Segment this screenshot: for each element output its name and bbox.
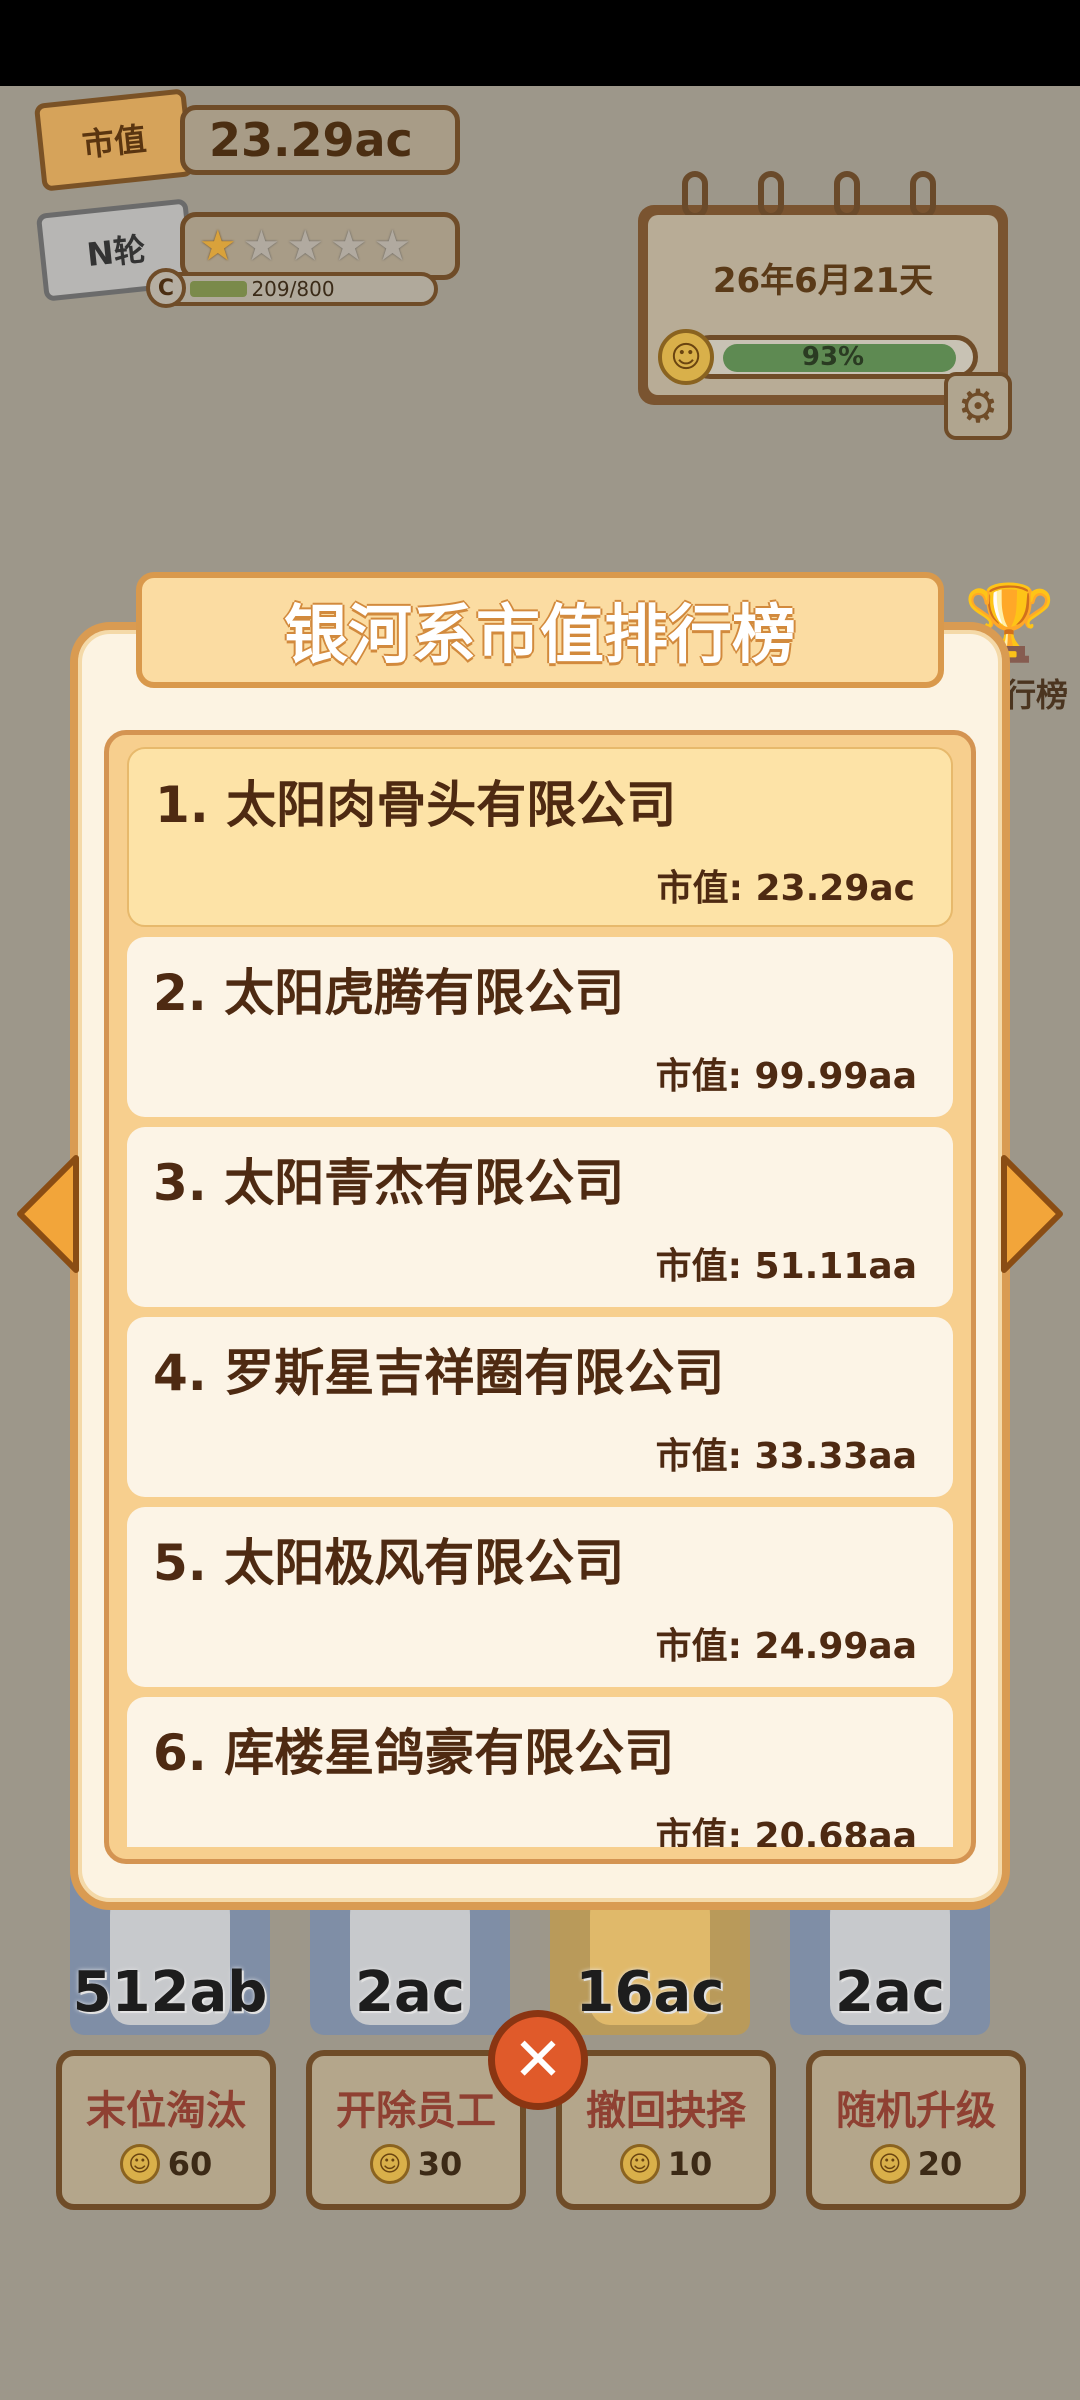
gear-icon[interactable]: ⚙ [944,372,1012,440]
action-label: 末位淘汰 [86,2088,246,2134]
xp-bar: 209/800 C [146,268,438,308]
company-name: 6. 库楼星鸽豪有限公司 [153,1724,675,1782]
star-rating: ★ ★ ★ ★ ★ [180,212,460,280]
company-market-value: 市值: 99.99aa [655,1056,917,1097]
company-market-value: 市值: 24.99aa [655,1626,917,1667]
action-label: 撤回抉择 [586,2088,746,2134]
action-cost: ☺ 10 [562,2144,770,2184]
calendar-ring-icon [682,171,708,219]
xp-text: 209/800 [251,277,335,301]
status-bar [0,0,1080,86]
round-tag-label: N轮 [84,230,148,274]
action-label: 开除员工 [336,2088,496,2134]
leaderboard-row[interactable]: 4. 罗斯星吉祥圈有限公司 市值: 33.33aa [127,1317,953,1497]
arrow-right-icon[interactable] [1000,1152,1068,1276]
modal-title: 银河系市值排行榜 [136,572,944,688]
company-name: 4. 罗斯星吉祥圈有限公司 [153,1344,725,1402]
smile-icon: ☺ [119,2144,160,2184]
action-cost: ☺ 20 [812,2144,1020,2184]
employee-value: 2ac [835,1960,945,2025]
star-icon: ★ [373,221,412,270]
eliminate-last-button[interactable]: 末位淘汰 ☺ 60 [56,2050,276,2210]
calendar-ring-icon [910,171,936,219]
leaderboard-row[interactable]: 2. 太阳虎腾有限公司 市值: 99.99aa [127,937,953,1117]
smile-icon: ☺ [619,2144,660,2184]
smile-icon: ☺ [369,2144,410,2184]
action-cost-value: 20 [917,2145,963,2183]
arrow-left-icon[interactable] [12,1152,80,1276]
action-cost-value: 60 [167,2145,213,2183]
leaderboard-row[interactable]: 6. 库楼星鸽豪有限公司 市值: 20.68aa [127,1697,953,1847]
star-icon: ★ [286,221,324,270]
close-icon: ✕ [512,2025,564,2095]
employee-value: 2ac [355,1960,465,2025]
smile-icon: ☺ [658,329,714,385]
mood-bar: 93% [688,335,978,379]
company-market-value: 市值: 23.29ac [656,868,915,909]
market-value-text: 23.29ac [209,113,413,167]
star-icon: ★ [199,221,237,270]
calendar-date: 26年6月21天 [712,261,934,301]
company-market-value: 市值: 20.68aa [655,1816,917,1847]
company-name: 2. 太阳虎腾有限公司 [153,964,625,1022]
employee-value: 16ac [575,1960,725,2025]
action-cost: ☺ 30 [312,2144,520,2184]
company-market-value: 市值: 33.33aa [655,1436,917,1477]
mood-percent: 93% [801,342,865,372]
undo-choice-button[interactable]: 撤回抉择 ☺ 10 [556,2050,776,2210]
market-value-tag-label: 市值 [80,119,149,165]
smile-icon: ☺ [869,2144,910,2184]
xp-badge: C [146,268,186,308]
modal-title-text: 银河系市值排行榜 [284,599,796,673]
action-cost: ☺ 60 [62,2144,270,2184]
company-name: 1. 太阳肉骨头有限公司 [155,776,677,834]
leaderboard-row[interactable]: 1. 太阳肉骨头有限公司 市值: 23.29ac [127,747,953,927]
calendar-ring-icon [834,171,860,219]
star-icon: ★ [242,221,281,270]
star-icon: ★ [329,221,368,270]
leaderboard-row[interactable]: 5. 太阳极风有限公司 市值: 24.99aa [127,1507,953,1687]
leaderboard-list[interactable]: 1. 太阳肉骨头有限公司 市值: 23.29ac 2. 太阳虎腾有限公司 市值:… [104,730,976,1864]
random-upgrade-button[interactable]: 随机升级 ☺ 20 [806,2050,1026,2210]
employee-value: 512ab [72,1960,268,2025]
market-value-tag: 市值 [33,88,195,192]
market-value-display: 23.29ac [180,105,460,175]
company-name: 3. 太阳青杰有限公司 [153,1154,625,1212]
company-market-value: 市值: 51.11aa [655,1246,917,1287]
leaderboard-row[interactable]: 3. 太阳青杰有限公司 市值: 51.11aa [127,1127,953,1307]
action-cost-value: 10 [667,2145,713,2183]
action-label: 随机升级 [836,2088,996,2134]
company-name: 5. 太阳极风有限公司 [153,1534,625,1592]
calendar-ring-icon [758,171,784,219]
leaderboard-label[interactable]: 行榜 [1004,670,1068,716]
close-button[interactable]: ✕ [488,2010,588,2110]
action-cost-value: 30 [417,2145,463,2183]
